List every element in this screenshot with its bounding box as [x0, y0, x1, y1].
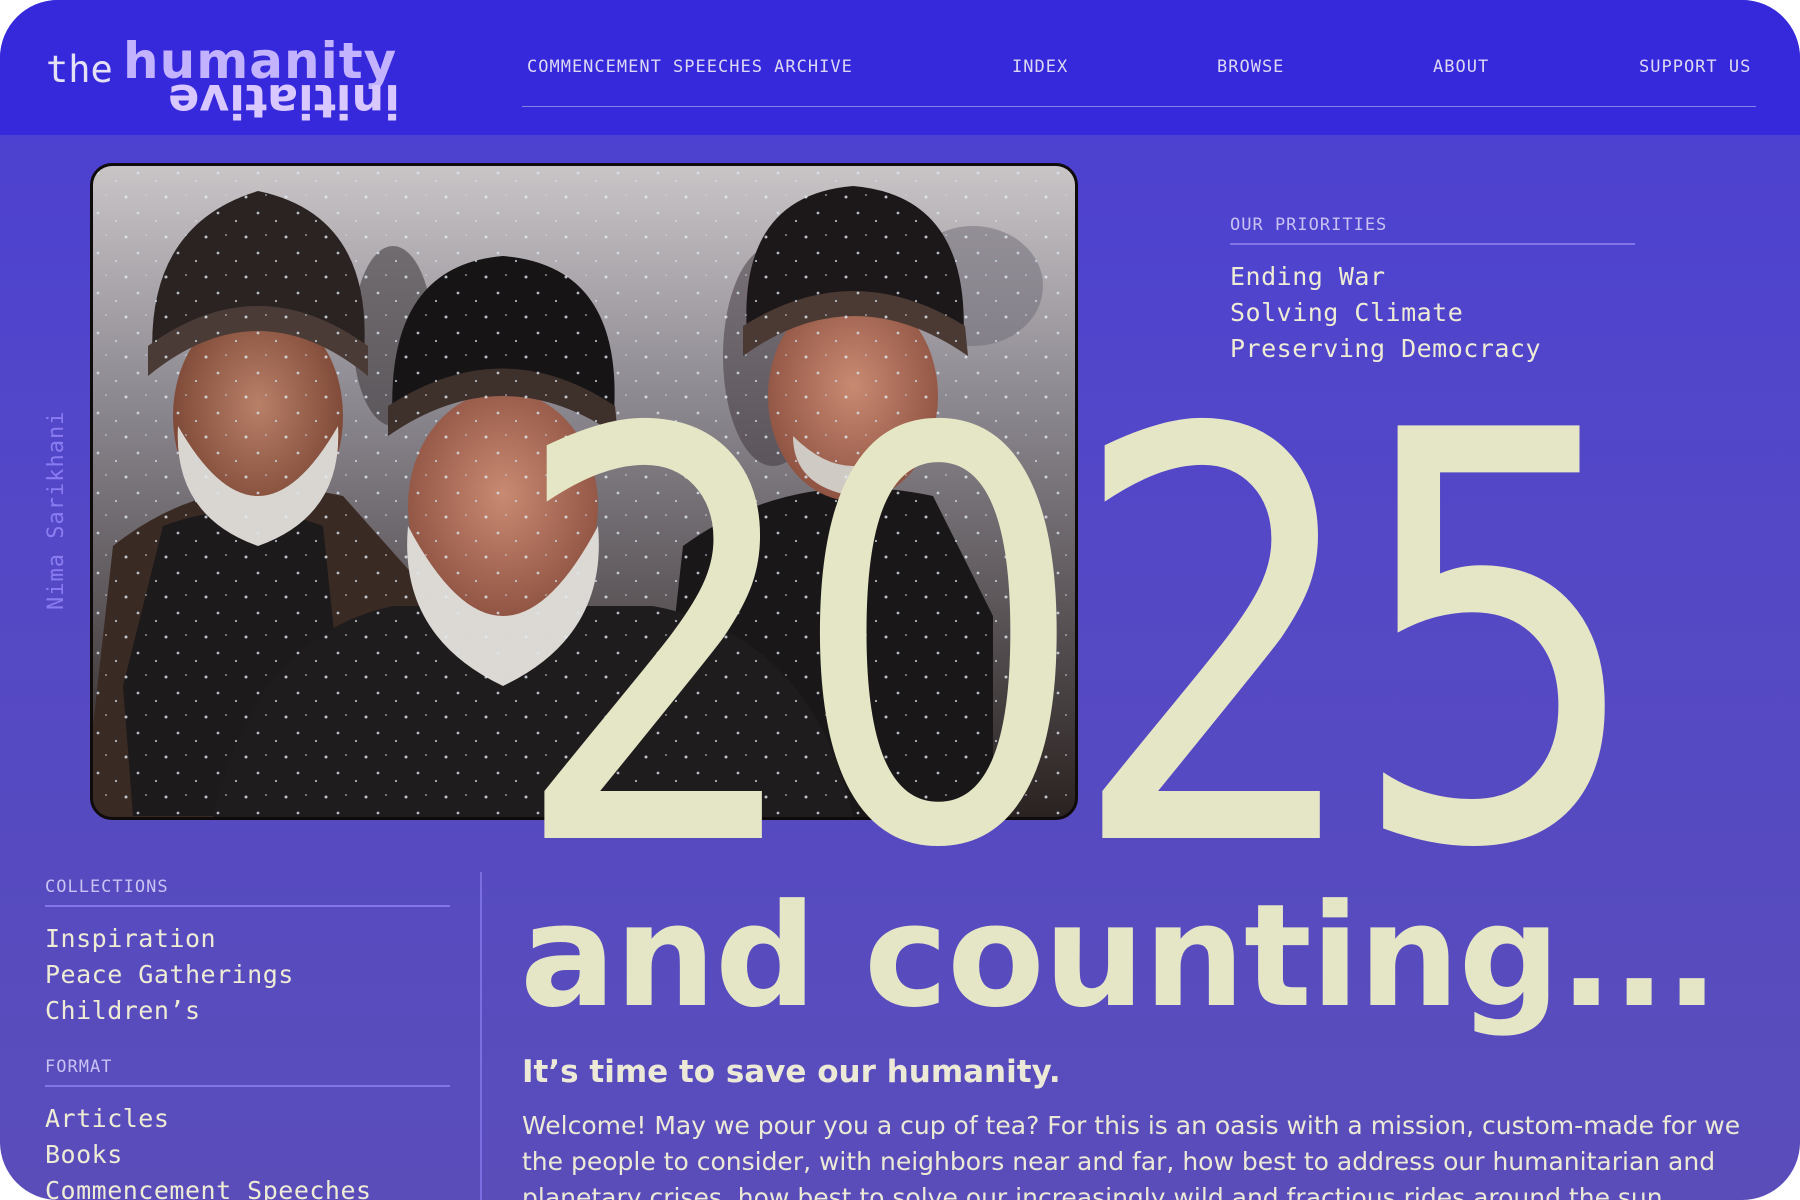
- collection-link-peace-gatherings[interactable]: Peace Gatherings: [45, 957, 450, 993]
- logo-word-initiative: initiative: [168, 74, 401, 128]
- collections-divider: [45, 905, 450, 907]
- priority-link-ending-war[interactable]: Ending War: [1230, 259, 1635, 295]
- hero-tagline: It’s time to save our humanity.: [522, 1054, 1061, 1090]
- format-list: Articles Books Commencement Speeches: [45, 1101, 450, 1200]
- sidebar-divider: [480, 872, 482, 1200]
- hero-subtitle: and counting...: [520, 874, 1719, 1039]
- hero-intro: Welcome! May we pour you a cup of tea? F…: [522, 1111, 1741, 1200]
- nav-index[interactable]: INDEX: [1012, 57, 1068, 77]
- format-divider: [45, 1085, 450, 1087]
- nav-about[interactable]: ABOUT: [1433, 57, 1489, 77]
- collection-link-inspiration[interactable]: Inspiration: [45, 921, 450, 957]
- format-link-books[interactable]: Books: [45, 1137, 450, 1173]
- collections-list: Inspiration Peace Gatherings Children’s: [45, 921, 450, 1029]
- priorities-divider: [1230, 243, 1635, 245]
- collections-heading: COLLECTIONS: [45, 877, 169, 897]
- site-logo[interactable]: the humanity initiative: [46, 32, 406, 128]
- site-header: the humanity initiative COMMENCEMENT SPE…: [0, 0, 1800, 135]
- nav-support-us[interactable]: SUPPORT US: [1639, 57, 1751, 77]
- nav-commencement-speeches-archive[interactable]: COMMENCEMENT SPEECHES ARCHIVE: [527, 57, 853, 77]
- format-heading: FORMAT: [45, 1057, 113, 1077]
- priorities-heading: OUR PRIORITIES: [1230, 215, 1388, 235]
- photo-credit: Nima Sarikhani: [44, 410, 69, 610]
- nav-browse[interactable]: BROWSE: [1217, 57, 1284, 77]
- page-frame: the humanity initiative COMMENCEMENT SPE…: [0, 0, 1800, 1200]
- nav-divider: [522, 106, 1756, 107]
- main-nav: COMMENCEMENT SPEECHES ARCHIVE INDEX BROW…: [0, 57, 1800, 81]
- hero-year: 2025: [510, 314, 1646, 972]
- collection-link-childrens[interactable]: Children’s: [45, 993, 450, 1029]
- format-link-articles[interactable]: Articles: [45, 1101, 450, 1137]
- collections-section: COLLECTIONS Inspiration Peace Gatherings…: [45, 877, 450, 1029]
- format-section: FORMAT Articles Books Commencement Speec…: [45, 1057, 450, 1200]
- format-link-commencement-speeches[interactable]: Commencement Speeches: [45, 1173, 450, 1200]
